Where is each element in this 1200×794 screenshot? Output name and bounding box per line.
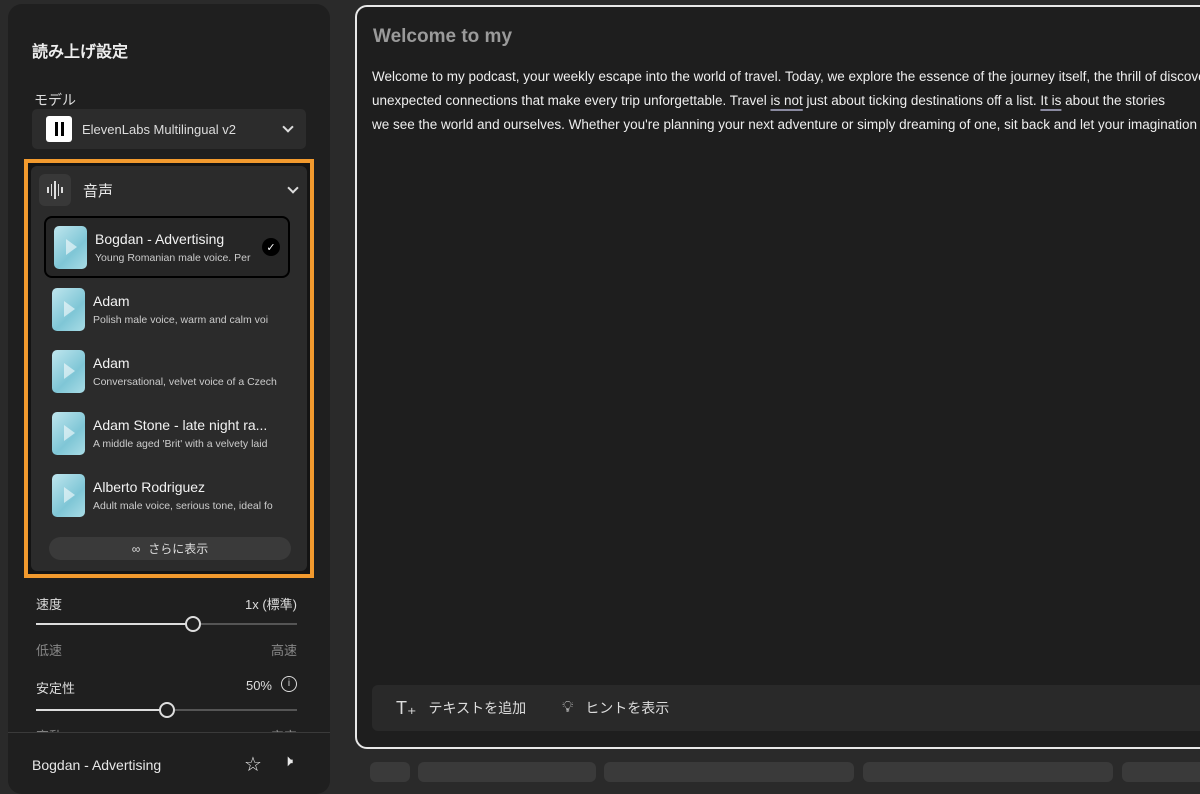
stability-slider[interactable] xyxy=(36,702,297,718)
speed-label: 速度 xyxy=(36,597,63,612)
editor-title: Welcome to my xyxy=(373,26,513,47)
text-add-icon: T₊ xyxy=(396,697,417,718)
add-text-button[interactable]: T₊ テキストを追加 xyxy=(396,698,526,719)
lightbulb-icon: 💡︎ xyxy=(562,699,574,716)
bottom-tab[interactable] xyxy=(604,762,854,782)
speed-max-label: 高速 xyxy=(270,643,297,658)
check-icon: ✓ xyxy=(262,238,280,256)
reading-settings-panel: 読み上げ設定 モデル ElevenLabs Multilingual v2 音声… xyxy=(8,4,330,794)
voice-label: 音声 xyxy=(83,182,114,200)
text-line: Welcome to my podcast, your weekly escap… xyxy=(372,69,1200,84)
voice-description: Young Romanian male voice. Per xyxy=(95,251,251,264)
voice-item[interactable]: Adam Conversational, velvet voice of a Cz… xyxy=(44,340,290,402)
voice-name: Adam xyxy=(93,354,130,371)
add-text-label: テキストを追加 xyxy=(428,700,527,716)
chevron-down-icon[interactable] xyxy=(287,182,299,194)
model-dropdown[interactable]: ElevenLabs Multilingual v2 xyxy=(32,109,306,149)
voice-name: Alberto Rodriguez xyxy=(93,478,206,495)
speed-slider[interactable] xyxy=(36,616,297,632)
bottom-tab[interactable] xyxy=(370,762,410,782)
voice-description: A middle aged 'Brit' with a velvety laid xyxy=(93,437,268,450)
flagged-phrase[interactable]: is not xyxy=(770,93,802,108)
current-voice-name: Bogdan - Advertising xyxy=(32,757,162,773)
model-label: モデル xyxy=(34,92,76,108)
speaker-icon[interactable]: 🕨 xyxy=(283,753,293,771)
stability-slider-handle[interactable] xyxy=(158,702,175,718)
text-line: we see the world and ourselves. Whether … xyxy=(372,117,1198,132)
voice-item[interactable]: Adam Stone - late night ra... A middle ag… xyxy=(44,402,290,464)
editor-toolbar: T₊ テキストを追加 💡︎ ヒントを表示 xyxy=(372,685,1200,731)
voice-name: Adam Stone - late night ra... xyxy=(93,416,268,433)
flagged-phrase[interactable]: It is xyxy=(1040,93,1061,108)
voice-section: 音声 Bogdan - Advertising Young Romanian ma… xyxy=(24,159,314,578)
show-more-label: さらに表示 xyxy=(148,542,209,556)
speed-slider-handle[interactable] xyxy=(184,616,201,632)
voice-play-thumbnail[interactable] xyxy=(54,225,87,269)
voice-item[interactable]: Adam Polish male voice, warm and calm voi xyxy=(44,278,290,340)
panel-title: 読み上げ設定 xyxy=(32,44,129,61)
voice-play-thumbnail[interactable] xyxy=(52,287,85,331)
editor-text[interactable]: Welcome to my podcast, your weekly escap… xyxy=(372,65,1200,137)
info-icon[interactable]: i xyxy=(281,676,297,692)
voice-name: Adam xyxy=(93,292,130,309)
voice-item-selected[interactable]: Bogdan - Advertising Young Romanian male … xyxy=(44,216,290,278)
text-line: unexpected connections that make every t… xyxy=(372,93,1165,108)
voice-section-header[interactable]: 音声 xyxy=(39,174,299,206)
show-hints-button[interactable]: 💡︎ ヒントを表示 xyxy=(562,698,669,718)
chevron-down-icon xyxy=(282,121,294,133)
voice-play-thumbnail[interactable] xyxy=(52,411,85,455)
show-hints-label: ヒントを表示 xyxy=(585,700,670,716)
current-voice-bar: Bogdan - Advertising ☆ 🕨 xyxy=(8,732,330,792)
voice-play-thumbnail[interactable] xyxy=(52,473,85,517)
voice-item[interactable]: Alberto Rodriguez Adult male voice, serio… xyxy=(44,464,290,526)
bottom-tab[interactable] xyxy=(1122,762,1200,782)
stability-label: 安定性 xyxy=(36,681,76,696)
voice-name: Bogdan - Advertising xyxy=(95,230,225,247)
bottom-tab[interactable] xyxy=(418,762,596,782)
text-editor[interactable]: Welcome to my Welcome to my podcast, you… xyxy=(355,5,1200,749)
elevenlabs-logo-icon xyxy=(46,116,72,142)
star-icon[interactable]: ☆ xyxy=(244,752,262,777)
voice-description: Conversational, velvet voice of a Czech xyxy=(93,375,277,388)
waveform-icon xyxy=(39,174,71,206)
voice-play-thumbnail[interactable] xyxy=(52,349,85,393)
speed-value: 1x (標準) xyxy=(244,597,297,612)
stability-value: 50% xyxy=(245,678,272,693)
show-more-button[interactable]: ∞ さらに表示 xyxy=(49,537,291,560)
voice-description: Polish male voice, warm and calm voi xyxy=(93,313,269,326)
speed-min-label: 低速 xyxy=(36,643,63,658)
voice-description: Adult male voice, serious tone, ideal fo xyxy=(93,499,273,512)
model-value: ElevenLabs Multilingual v2 xyxy=(82,121,236,137)
bottom-tab[interactable] xyxy=(863,762,1113,782)
binoculars-icon: ∞ xyxy=(131,541,141,556)
